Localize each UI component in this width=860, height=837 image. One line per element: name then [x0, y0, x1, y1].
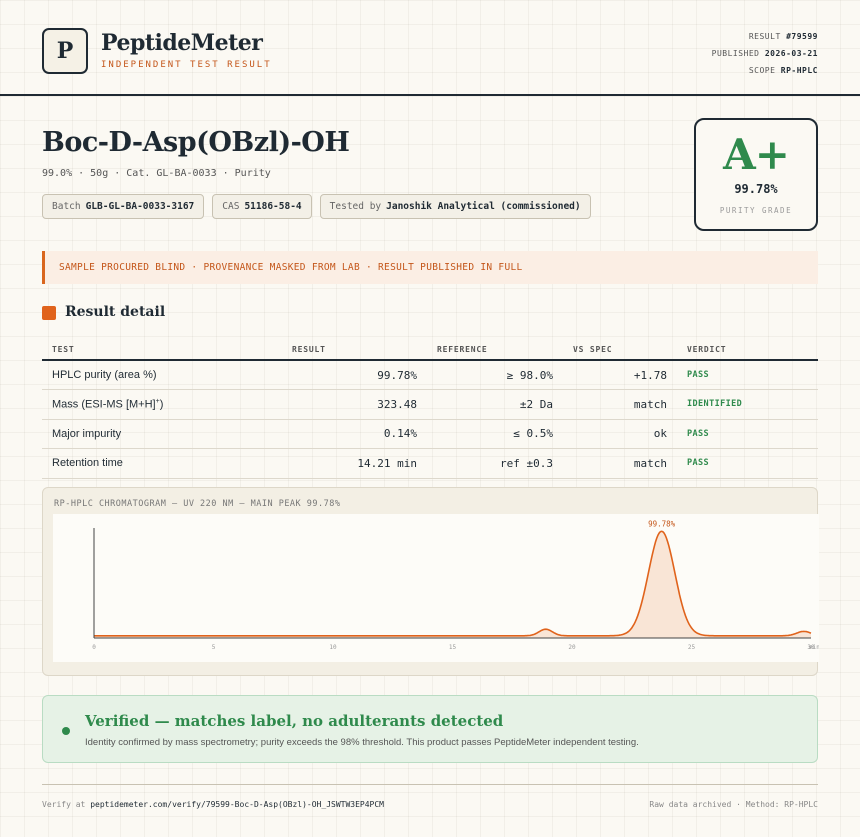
table-row: Mass (ESI-MS [M+H]+) 323.48 ±2 Da match …	[42, 389, 818, 420]
chromatogram-card: RP-HPLC CHROMATOGRAM — UV 220 NM — MAIN …	[42, 487, 819, 676]
cell-verdict: PASS	[677, 448, 818, 479]
col-reference: REFERENCE	[427, 339, 563, 361]
cell-vs-spec: match	[563, 448, 677, 479]
x-tick-label: 10	[329, 644, 337, 651]
verified-title: Verified — matches label, no adulterants…	[85, 712, 504, 730]
verified-text: Identity confirmed by mass spectrometry;…	[85, 737, 639, 748]
brand-tagline: INDEPENDENT TEST RESULT	[101, 60, 272, 70]
tested-by-chip: Tested by Janoshik Analytical (commission…	[319, 194, 591, 219]
batch-chip: Batch GLB-GL-BA-0033-3167	[42, 194, 205, 219]
cell-result: 0.14%	[237, 419, 427, 449]
cell-vs-spec: +1.78	[563, 360, 677, 390]
cell-verdict: IDENTIFIED	[677, 389, 818, 420]
table-row: HPLC purity (area %) 99.78% ≥ 98.0% +1.7…	[42, 360, 818, 390]
cas-chip: CAS 51186-58-4	[212, 194, 312, 219]
grade-percent: 99.78%	[734, 182, 778, 196]
cell-verdict: PASS	[677, 419, 818, 449]
col-vs-spec: VS SPEC	[563, 339, 677, 361]
chromatogram-area	[94, 531, 811, 638]
footer-verify: Verify at peptidemeter.com/verify/79599-…	[42, 800, 384, 809]
logo-letter: P	[56, 38, 74, 64]
verified-panel: Verified — matches label, no adulterants…	[42, 695, 818, 763]
meta-scope: SCOPE RP-HPLC	[748, 66, 818, 75]
report-header: P PeptideMeter INDEPENDENT TEST RESULT R…	[0, 0, 860, 96]
verify-link[interactable]: peptidemeter.com/verify/79599-Boc-D-Asp(…	[90, 800, 384, 809]
x-tick-label: 25	[688, 644, 696, 651]
product-title: Boc-D-Asp(OBzl)-OH	[42, 127, 350, 158]
report-meta: RESULT #79599 PUBLISHED 2026-03-21 SCOPE…	[712, 28, 818, 79]
brand-logo: P	[42, 28, 88, 74]
section-title: Result detail	[65, 304, 166, 320]
chromatogram-line	[94, 530, 812, 637]
purity-grade-card: A+ 99.78% PURITY GRADE	[694, 118, 818, 231]
cell-result: 99.78%	[237, 360, 427, 390]
col-result: RESULT	[237, 339, 427, 361]
result-table: TEST RESULT REFERENCE VS SPEC VERDICT HP…	[42, 339, 818, 479]
cell-test: HPLC purity (area %)	[42, 360, 237, 390]
product-chips: Batch GLB-GL-BA-0033-3167 CAS 51186-58-4 T…	[42, 194, 591, 219]
cell-reference: ≤ 0.5%	[427, 419, 563, 449]
table-row: Retention time 14.21 min ref ±0.3 match …	[42, 448, 818, 479]
cell-reference: ≥ 98.0%	[427, 360, 563, 390]
meta-result: RESULT #79599	[748, 32, 818, 41]
footer-archive-note: Raw data archived · Method: RP-HPLC	[649, 800, 818, 809]
cell-reference: ref ±0.3	[427, 448, 563, 479]
x-tick-label: 5	[212, 644, 216, 651]
product-subline: 99.0% · 50g · Cat. GL-BA-0033 · Purity	[42, 168, 271, 179]
cell-result: 14.21 min	[237, 448, 427, 479]
provenance-banner: SAMPLE PROCURED BLIND · PROVENANCE MASKE…	[42, 251, 818, 284]
cell-reference: ±2 Da	[427, 389, 563, 420]
cell-vs-spec: match	[563, 389, 677, 420]
cell-test: Mass (ESI-MS [M+H]+)	[42, 389, 237, 420]
x-tick-label: 20	[568, 644, 576, 651]
footer-divider	[42, 784, 818, 785]
grade-label: PURITY GRADE	[719, 206, 793, 215]
meta-published: PUBLISHED 2026-03-21	[711, 49, 818, 58]
x-tick-label: 0	[92, 644, 96, 651]
x-unit-label: min	[809, 644, 819, 651]
col-test: TEST	[42, 339, 237, 361]
peak-label: 99.78%	[648, 519, 676, 528]
table-row: Major impurity 0.14% ≤ 0.5% ok PASS	[42, 419, 818, 449]
section-marker	[42, 306, 56, 320]
verified-dot-icon	[62, 727, 70, 735]
cell-verdict: PASS	[677, 360, 818, 390]
cell-test: Major impurity	[42, 419, 237, 449]
chart-area: 0 5 10 15 20 25 30 min 99.78%	[53, 514, 819, 662]
x-tick-label: 15	[449, 644, 457, 651]
cell-test: Retention time	[42, 448, 237, 479]
cell-vs-spec: ok	[563, 419, 677, 449]
col-verdict: VERDICT	[677, 339, 818, 361]
chromatogram-chart: 0 5 10 15 20 25 30min99.78%	[92, 519, 819, 651]
grade-letter: A+	[723, 130, 790, 179]
table-header-row: TEST RESULT REFERENCE VS SPEC VERDICT	[42, 339, 818, 361]
chart-title: RP-HPLC CHROMATOGRAM — UV 220 NM — MAIN …	[54, 499, 341, 509]
brand-name: PeptideMeter	[101, 30, 263, 56]
cell-result: 323.48	[237, 389, 427, 420]
